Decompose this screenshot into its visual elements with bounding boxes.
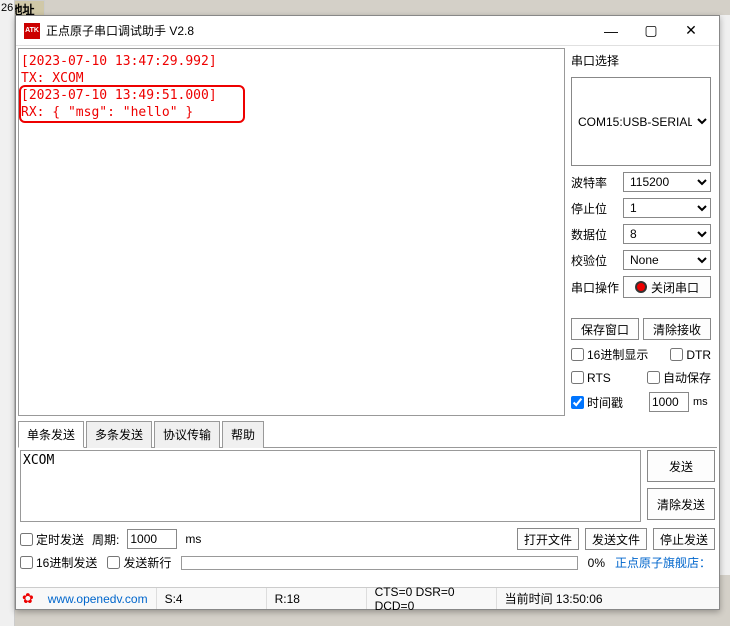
- send-textarea[interactable]: XCOM: [20, 450, 641, 522]
- stop-select[interactable]: 1: [623, 198, 711, 218]
- tabs: 单条发送 多条发送 协议传输 帮助: [18, 420, 717, 448]
- tab-help[interactable]: 帮助: [222, 421, 264, 448]
- side-panel: 串口选择 COM15:USB-SERIAL CH34 波特率 115200 停止…: [565, 48, 717, 416]
- bg-num: 26: [1, 2, 13, 14]
- rts-save-row: RTS 自动保存: [571, 369, 711, 386]
- tab-protocol[interactable]: 协议传输: [154, 421, 220, 448]
- autosave-check[interactable]: 自动保存: [647, 369, 711, 386]
- minimize-button[interactable]: —: [591, 17, 631, 45]
- receive-textarea[interactable]: [2023-07-10 13:47:29.992] TX: XCOM [2023…: [18, 48, 565, 416]
- progress-percent: 0%: [588, 556, 605, 570]
- data-select[interactable]: 8: [623, 224, 711, 244]
- data-label: 数据位: [571, 226, 619, 243]
- tab-multi-send[interactable]: 多条发送: [86, 421, 152, 448]
- hex-send-check[interactable]: 16进制发送: [20, 554, 97, 571]
- dtr-check[interactable]: DTR: [670, 348, 711, 362]
- file-buttons: 打开文件 发送文件 停止发送: [517, 528, 715, 550]
- parity-label: 校验位: [571, 252, 619, 269]
- status-received: R:18: [267, 588, 367, 609]
- parity-select[interactable]: None: [623, 250, 711, 270]
- top-pane: [2023-07-10 13:47:29.992] TX: XCOM [2023…: [18, 48, 717, 416]
- send-buttons: 发送 清除发送: [647, 450, 715, 522]
- status-signals: CTS=0 DSR=0 DCD=0: [367, 588, 497, 609]
- period-ms-label: ms: [185, 532, 201, 546]
- hex-dtr-row: 16进制显示 DTR: [571, 346, 711, 363]
- port-status-icon: [635, 281, 647, 293]
- stop-send-button[interactable]: 停止发送: [653, 528, 715, 550]
- timed-send-check[interactable]: 定时发送: [20, 531, 84, 548]
- site-link[interactable]: www.openedv.com: [40, 588, 157, 609]
- timestamp-check[interactable]: 时间戳: [571, 394, 623, 411]
- status-time: 当前时间 13:50:06: [497, 588, 719, 609]
- titlebar: ATK 正点原子串口调试助手 V2.8 — ▢ ✕: [16, 16, 719, 46]
- clear-send-button[interactable]: 清除发送: [647, 488, 715, 520]
- gear-icon[interactable]: ✿: [16, 590, 40, 607]
- window-title: 正点原子串口调试助手 V2.8: [46, 22, 591, 39]
- rx-timestamp-2: [2023-07-10 13:49:51.000]: [21, 88, 217, 103]
- bg-left-strip: 26: [0, 0, 15, 626]
- rx-timestamp-1: [2023-07-10 13:47:29.992]: [21, 54, 217, 69]
- options-row-1: 定时发送 周期: ms 打开文件 发送文件 停止发送: [18, 524, 717, 554]
- close-port-text: 关闭串口: [651, 279, 699, 296]
- port-select[interactable]: COM15:USB-SERIAL CH34: [571, 77, 711, 166]
- close-button[interactable]: ✕: [671, 17, 711, 45]
- clear-receive-button[interactable]: 清除接收: [643, 318, 711, 340]
- rx-tx-line: TX: XCOM: [21, 71, 84, 86]
- options-row-2: 16进制发送 发送新行 0% 正点原子旗舰店：: [18, 554, 717, 573]
- hex-display-check[interactable]: 16进制显示: [571, 346, 648, 363]
- baud-select[interactable]: 115200: [623, 172, 711, 192]
- data-row: 数据位 8: [571, 224, 711, 244]
- send-file-button[interactable]: 发送文件: [585, 528, 647, 550]
- stop-row: 停止位 1: [571, 198, 711, 218]
- app-icon: ATK: [24, 23, 40, 39]
- rts-check[interactable]: RTS: [571, 371, 611, 385]
- send-newline-check[interactable]: 发送新行: [107, 554, 171, 571]
- window-body: [2023-07-10 13:47:29.992] TX: XCOM [2023…: [16, 46, 719, 587]
- send-button[interactable]: 发送: [647, 450, 715, 482]
- period-label: 周期:: [92, 531, 119, 548]
- timestamp-ms-label: ms: [693, 396, 711, 408]
- save-clear-row: 保存窗口 清除接收: [571, 318, 711, 340]
- baud-row: 波特率 115200: [571, 172, 711, 192]
- save-window-button[interactable]: 保存窗口: [571, 318, 639, 340]
- rx-rx-line: RX: { "msg": "hello" }: [21, 105, 193, 120]
- status-bar: ✿ www.openedv.com S:4 R:18 CTS=0 DSR=0 D…: [16, 587, 719, 609]
- op-label: 串口操作: [571, 279, 619, 296]
- baud-label: 波特率: [571, 174, 619, 191]
- period-input[interactable]: [127, 529, 177, 549]
- window-buttons: — ▢ ✕: [591, 17, 711, 45]
- send-area: XCOM 发送 清除发送: [18, 448, 717, 524]
- close-port-button[interactable]: 关闭串口: [623, 276, 711, 298]
- progress-bar: [181, 556, 577, 570]
- bg-right-strip: [720, 15, 730, 575]
- port-select-label: 串口选择: [571, 52, 711, 69]
- op-row: 串口操作 关闭串口: [571, 276, 711, 298]
- flagship-link[interactable]: 正点原子旗舰店：: [615, 554, 711, 571]
- main-window: ATK 正点原子串口调试助手 V2.8 — ▢ ✕ [2023-07-10 13…: [15, 15, 720, 610]
- status-sent: S:4: [157, 588, 267, 609]
- open-file-button[interactable]: 打开文件: [517, 528, 579, 550]
- stop-label: 停止位: [571, 200, 619, 217]
- parity-row: 校验位 None: [571, 250, 711, 270]
- timestamp-interval-input[interactable]: [649, 392, 689, 412]
- tab-single-send[interactable]: 单条发送: [18, 421, 84, 448]
- maximize-button[interactable]: ▢: [631, 17, 671, 45]
- timestamp-row: 时间戳 ms: [571, 392, 711, 412]
